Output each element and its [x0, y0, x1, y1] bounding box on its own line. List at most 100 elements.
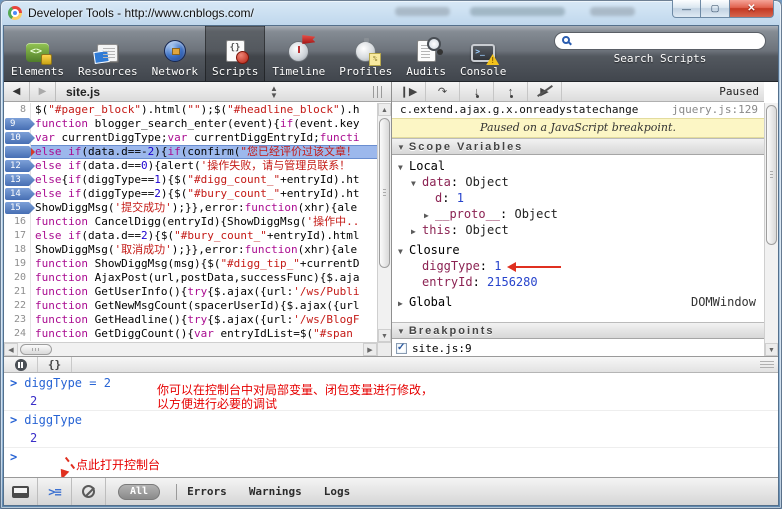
- breakpoints-header[interactable]: Breakpoints: [392, 322, 764, 339]
- file-tab[interactable]: site.js: [56, 85, 110, 99]
- breakpoint-item[interactable]: site.js:9: [392, 340, 764, 356]
- tab-resources[interactable]: Resources: [71, 26, 145, 81]
- tab-network[interactable]: Network: [145, 26, 205, 81]
- disclosure-right-icon[interactable]: ▶: [398, 296, 409, 312]
- line-gutter[interactable]: 14: [4, 187, 31, 201]
- step-over-icon[interactable]: ↷: [426, 82, 460, 101]
- pretty-print-button[interactable]: {}: [38, 357, 72, 372]
- filter-errors[interactable]: Errors: [187, 485, 227, 498]
- tab-audits[interactable]: Audits: [399, 26, 453, 81]
- scope-row[interactable]: diggType: 1: [392, 258, 764, 274]
- line-gutter[interactable]: 10: [4, 131, 31, 145]
- filter-logs[interactable]: Logs: [324, 485, 351, 498]
- scrollbar-thumb[interactable]: [766, 105, 777, 245]
- line-gutter[interactable]: 9: [4, 117, 31, 131]
- minimize-button[interactable]: —: [672, 0, 701, 18]
- scope-row[interactable]: ▼data: Object: [392, 174, 764, 190]
- pause-on-exceptions-button[interactable]: [4, 357, 38, 372]
- line-gutter[interactable]: 15: [4, 201, 31, 215]
- splitter-grip-icon[interactable]: [373, 86, 385, 98]
- dock-side-button[interactable]: [4, 478, 38, 505]
- scrollbar-thumb[interactable]: [379, 118, 390, 268]
- scope-row[interactable]: ▼Local: [392, 158, 764, 174]
- code-text[interactable]: function CancelDigg(entryId){ShowDiggMsg…: [31, 215, 377, 229]
- scope-row[interactable]: ▶GlobalDOMWindow: [392, 294, 764, 310]
- code-text[interactable]: else{if(diggType==1){$("#digg_count_"+en…: [31, 173, 377, 187]
- code-text[interactable]: else if(data.d==0){alert('操作失败，请与管理员联系！: [31, 159, 377, 173]
- search-input[interactable]: [579, 34, 757, 48]
- code-text[interactable]: function ShowDiggMsg(msg){$("#digg_tip_"…: [31, 257, 377, 271]
- scrollbar-thumb[interactable]: [20, 344, 52, 355]
- resume-icon[interactable]: ❙▶: [392, 82, 426, 101]
- code-text[interactable]: function GetNewMsgCount(spacerUserId){$.…: [31, 299, 377, 313]
- filter-all[interactable]: All: [118, 484, 160, 500]
- code-text[interactable]: else if(data.d==-2){if(confirm("您已经评价过该文…: [31, 145, 377, 159]
- sidebar-scrollbar[interactable]: ▼: [764, 103, 778, 356]
- code-text[interactable]: var currentDiggType;var currentDiggEntry…: [31, 131, 377, 145]
- code-text[interactable]: function blogger_search_enter(event){if(…: [31, 117, 377, 131]
- breakpoint-checkbox[interactable]: [396, 343, 407, 354]
- scroll-up-icon[interactable]: ▲: [378, 103, 391, 116]
- tab-scripts[interactable]: Scripts: [205, 26, 265, 81]
- console-result[interactable]: 2: [4, 429, 778, 447]
- breakpoint-marker[interactable]: 13: [5, 174, 35, 186]
- scope-row[interactable]: ▶__proto__: Object: [392, 206, 764, 222]
- tab-profiles[interactable]: Profiles: [332, 26, 399, 81]
- scope-row[interactable]: d: 1: [392, 190, 764, 206]
- scope-row[interactable]: entryId: 2156280: [392, 274, 764, 290]
- file-selector-icon[interactable]: ▲▼: [270, 85, 278, 99]
- step-into-icon[interactable]: ↓: [460, 82, 494, 101]
- line-gutter[interactable]: 20: [4, 271, 31, 285]
- code-text[interactable]: else if(data.d==2){$("#bury_count_"+entr…: [31, 229, 377, 243]
- scroll-left-icon[interactable]: ◀: [4, 343, 18, 356]
- breakpoint-marker[interactable]: 10: [5, 132, 35, 144]
- code-text[interactable]: $("#pager_block").html("");$("#headline_…: [31, 103, 377, 117]
- line-gutter[interactable]: 8: [4, 103, 31, 117]
- scope-variables-header[interactable]: Scope Variables: [392, 138, 764, 155]
- line-gutter[interactable]: 24: [4, 327, 31, 341]
- step-out-icon[interactable]: ↑: [494, 82, 528, 101]
- breakpoint-marker[interactable]: 12: [5, 160, 35, 172]
- scope-row[interactable]: ▶this: Object: [392, 222, 764, 238]
- line-gutter[interactable]: 13: [4, 173, 31, 187]
- code-horizontal-scrollbar[interactable]: ◀ ▶: [4, 342, 377, 356]
- code-text[interactable]: function GetDiggCount(){var entryIdList=…: [31, 327, 377, 341]
- execution-marker[interactable]: [5, 146, 35, 158]
- code-text[interactable]: function AjaxPost(url,postData,successFu…: [31, 271, 377, 285]
- frame-location[interactable]: jquery.js:129: [672, 102, 758, 118]
- back-icon[interactable]: ◀: [4, 82, 30, 101]
- code-editor[interactable]: 8$("#pager_block").html("");$("#headline…: [4, 103, 377, 342]
- line-gutter[interactable]: [4, 145, 31, 159]
- show-console-button[interactable]: >≡: [38, 478, 72, 505]
- line-gutter[interactable]: 23: [4, 313, 31, 327]
- line-gutter[interactable]: 16: [4, 215, 31, 229]
- filter-warnings[interactable]: Warnings: [249, 485, 302, 498]
- line-gutter[interactable]: 22: [4, 299, 31, 313]
- tab-timeline[interactable]: Timeline: [265, 26, 332, 81]
- code-text[interactable]: ShowDiggMsg('提交成功');}},error:function(xh…: [31, 201, 377, 215]
- maximize-button[interactable]: ▢: [701, 0, 729, 18]
- scroll-down-icon[interactable]: ▼: [378, 329, 391, 342]
- scroll-right-icon[interactable]: ▶: [363, 343, 377, 356]
- breakpoint-marker[interactable]: 9: [5, 118, 35, 130]
- code-text[interactable]: function GetHeadline(){try{$.ajax({url:'…: [31, 313, 377, 327]
- code-vertical-scrollbar[interactable]: ▲ ▼: [377, 103, 391, 342]
- code-text[interactable]: ShowDiggMsg('取消成功');}},error:function(xh…: [31, 243, 377, 257]
- line-gutter[interactable]: 19: [4, 257, 31, 271]
- title-bar[interactable]: Developer Tools - http://www.cnblogs.com…: [0, 0, 782, 26]
- deactivate-breakpoints-icon[interactable]: ▶: [528, 82, 562, 101]
- code-text[interactable]: else if(diggType==2){$("#bury_count_"+en…: [31, 187, 377, 201]
- close-button[interactable]: ✕: [729, 0, 774, 18]
- line-gutter[interactable]: 21: [4, 285, 31, 299]
- breakpoint-marker[interactable]: 14: [5, 188, 35, 200]
- line-gutter[interactable]: 18: [4, 243, 31, 257]
- breakpoint-marker[interactable]: 15: [5, 202, 35, 214]
- line-gutter[interactable]: 12: [4, 159, 31, 173]
- tab-elements[interactable]: Elements: [4, 26, 71, 81]
- console-input[interactable]: >diggType: [4, 410, 778, 429]
- call-stack-frame[interactable]: c.extend.ajax.g.x.onreadystatechange jqu…: [392, 102, 764, 118]
- forward-icon[interactable]: ▶: [30, 82, 56, 101]
- resize-grip-icon[interactable]: [760, 361, 774, 370]
- scope-row[interactable]: ▼Closure: [392, 242, 764, 258]
- code-text[interactable]: function GetUserInfo(){try{$.ajax({url:'…: [31, 285, 377, 299]
